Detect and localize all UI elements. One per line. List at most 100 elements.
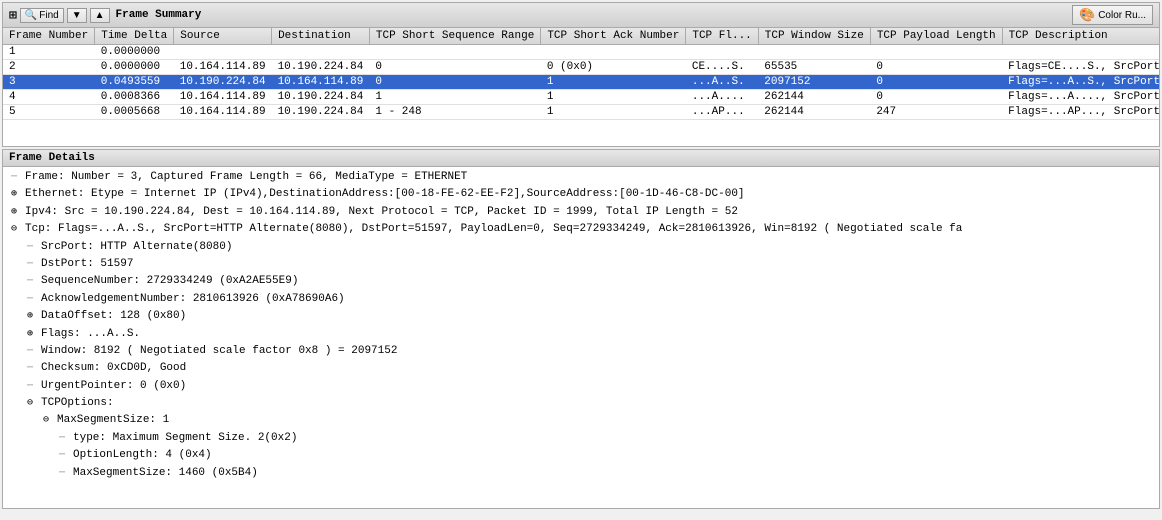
table-cell: 1 [541,75,686,90]
tree-line[interactable]: ⊖MaxSegmentSize: 1 [3,412,1159,429]
table-header-row: Frame Number Time Delta Source Destinati… [3,28,1159,45]
expand-icon: ─ [27,345,41,359]
table-row[interactable]: 30.049355910.190.224.8410.164.114.8901..… [3,75,1159,90]
col-tcp-payload[interactable]: TCP Payload Length [870,28,1002,45]
sort-down-button[interactable]: ▼ [67,8,87,23]
table-cell: 10.164.114.89 [174,60,272,75]
expand-icon[interactable]: ⊖ [11,223,25,237]
sort-up-button[interactable]: ▲ [90,8,110,23]
find-icon: 🔍 [25,10,37,21]
col-tcp-window[interactable]: TCP Window Size [758,28,870,45]
tree-line[interactable]: ─UrgentPointer: 0 (0x0) [3,378,1159,395]
table-cell [272,45,370,60]
col-destination[interactable]: Destination [272,28,370,45]
tree-line-text: UrgentPointer: 0 (0x0) [41,380,186,392]
table-cell: 0 [870,75,1002,90]
color-rules-button[interactable]: 🎨 Color Ru... [1072,5,1153,25]
tree-line-text: Ipv4: Src = 10.190.224.84, Dest = 10.164… [25,206,738,218]
frame-summary-table: Frame Number Time Delta Source Destinati… [3,28,1159,120]
tree-line-text: OptionLength: 4 (0x4) [73,449,212,461]
tree-line-text: Flags: ...A..S. [41,328,140,340]
table-cell: 1 [369,90,540,105]
frame-summary-title: Frame Summary [116,9,202,21]
col-frame-number[interactable]: Frame Number [3,28,95,45]
sort-down-icon: ▼ [72,10,82,21]
tree-line-text: MaxSegmentSize: 1 [57,414,169,426]
expand-icon[interactable]: ⊕ [11,206,25,220]
table-cell: 0 (0x0) [541,60,686,75]
table-row[interactable]: 40.000836610.164.114.8910.190.224.8411..… [3,90,1159,105]
table-cell: 3 [3,75,95,90]
table-cell: Flags=CE....S., SrcPort=51597, DstPort=H… [1002,60,1159,75]
table-cell: 1 [3,45,95,60]
table-cell [1002,45,1159,60]
expand-icon[interactable]: ⊕ [27,310,41,324]
tree-line[interactable]: ⊕Ethernet: Etype = Internet IP (IPv4),De… [3,186,1159,203]
tree-line[interactable]: ─Checksum: 0xCD0D, Good [3,360,1159,377]
table-cell [369,45,540,60]
tree-line-text: AcknowledgementNumber: 2810613926 (0xA78… [41,293,345,305]
table-cell: 0.0008366 [95,90,174,105]
col-tcp-fl[interactable]: TCP Fl... [686,28,758,45]
find-button[interactable]: 🔍 Find [20,8,64,23]
expand-icon[interactable]: ⊕ [11,188,25,202]
table-cell: 4 [3,90,95,105]
table-cell: ...A..S. [686,75,758,90]
table-cell: 2 [3,60,95,75]
frame-summary-toolbar: ⊞ 🔍 Find ▼ ▲ [9,8,110,23]
tree-container: ─Frame: Number = 3, Captured Frame Lengt… [3,169,1159,482]
col-source[interactable]: Source [174,28,272,45]
frame-details-title: Frame Details [9,152,95,164]
tree-line-text: Checksum: 0xCD0D, Good [41,362,186,374]
col-tcp-desc[interactable]: TCP Description [1002,28,1159,45]
tree-line[interactable]: ─MaxSegmentSize: 1460 (0x5B4) [3,465,1159,482]
expand-icon: ─ [59,449,73,463]
col-tcp-short-ack[interactable]: TCP Short Ack Number [541,28,686,45]
table-cell: 10.190.224.84 [272,105,370,120]
tree-line[interactable]: ─SrcPort: HTTP Alternate(8080) [3,239,1159,256]
table-cell: 10.190.224.84 [272,60,370,75]
tree-line[interactable]: ─OptionLength: 4 (0x4) [3,447,1159,464]
frame-summary-table-container[interactable]: Frame Number Time Delta Source Destinati… [3,28,1159,145]
tree-line[interactable]: ─DstPort: 51597 [3,256,1159,273]
expand-icon[interactable]: ⊖ [43,414,57,428]
tree-line[interactable]: ⊕Flags: ...A..S. [3,326,1159,343]
tree-line[interactable]: ⊕DataOffset: 128 (0x80) [3,308,1159,325]
tree-line[interactable]: ─type: Maximum Segment Size. 2(0x2) [3,430,1159,447]
table-cell [758,45,870,60]
expand-icon: ─ [11,171,25,185]
tree-line-text: TCPOptions: [41,397,114,409]
table-cell: 10.190.224.84 [174,75,272,90]
table-row[interactable]: 20.000000010.164.114.8910.190.224.8400 (… [3,60,1159,75]
tree-line-text: Frame: Number = 3, Captured Frame Length… [25,171,467,183]
table-cell: 65535 [758,60,870,75]
tree-line[interactable]: ⊖TCPOptions: [3,395,1159,412]
expand-icon[interactable]: ⊕ [27,328,41,342]
table-cell: 0.0493559 [95,75,174,90]
expand-icon[interactable]: ⊖ [27,397,41,411]
tree-line[interactable]: ─SequenceNumber: 2729334249 (0xA2AE55E9) [3,273,1159,290]
expand-icon: ─ [27,380,41,394]
tree-line[interactable]: ⊖Tcp: Flags=...A..S., SrcPort=HTTP Alter… [3,221,1159,238]
table-cell: CE....S. [686,60,758,75]
frame-details-content[interactable]: ─Frame: Number = 3, Captured Frame Lengt… [3,167,1159,499]
tree-line[interactable]: ─Frame: Number = 3, Captured Frame Lengt… [3,169,1159,186]
tree-line[interactable]: ─AcknowledgementNumber: 2810613926 (0xA7… [3,291,1159,308]
col-tcp-short-seq[interactable]: TCP Short Sequence Range [369,28,540,45]
table-cell: 1 [541,90,686,105]
table-cell [686,45,758,60]
col-time-delta[interactable]: Time Delta [95,28,174,45]
table-cell: Flags=...AP..., SrcPort=51597, DstPort=H… [1002,105,1159,120]
table-cell: 10.190.224.84 [272,90,370,105]
table-row[interactable]: 10.0000000 [3,45,1159,60]
table-cell: 262144 [758,90,870,105]
frame-details-panel: Frame Details ─Frame: Number = 3, Captur… [2,149,1160,509]
expand-icon: ─ [27,241,41,255]
tree-line[interactable]: ⊕Ipv4: Src = 10.190.224.84, Dest = 10.16… [3,204,1159,221]
tree-line-text: Tcp: Flags=...A..S., SrcPort=HTTP Altern… [25,223,962,235]
tree-line[interactable]: ─Window: 8192 ( Negotiated scale factor … [3,343,1159,360]
table-row[interactable]: 50.000566810.164.114.8910.190.224.841 - … [3,105,1159,120]
table-cell: 1 [541,105,686,120]
table-cell: 5 [3,105,95,120]
table-cell: Flags=...A...., SrcPort=51597, DstPort=H… [1002,90,1159,105]
